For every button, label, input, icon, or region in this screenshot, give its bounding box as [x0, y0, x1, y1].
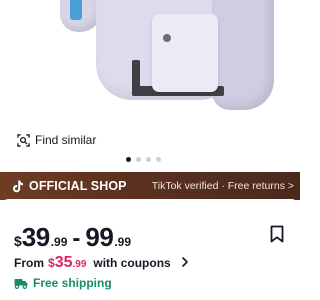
- find-similar-button[interactable]: Find similar: [17, 131, 96, 149]
- coupon-currency: $: [48, 256, 55, 270]
- coupon-offer[interactable]: From $35.99 with coupons: [14, 254, 189, 272]
- price-separator: -: [72, 225, 81, 252]
- console-accent: [70, 0, 82, 20]
- carousel-dot-3[interactable]: [146, 157, 151, 162]
- coupon-cents: .99: [72, 259, 87, 270]
- battery-pack: [152, 14, 218, 92]
- battery-pack-indicator: [163, 34, 171, 42]
- price-low-whole: 39: [21, 222, 50, 252]
- product-image[interactable]: [0, 0, 300, 124]
- carousel-dot-1[interactable]: [126, 157, 131, 162]
- free-shipping-label: Free shipping: [33, 276, 112, 290]
- coupon-whole: 35: [54, 254, 73, 271]
- price-low-cents: .99: [50, 235, 68, 249]
- carousel-indicator: [126, 157, 161, 162]
- truck-icon: [14, 278, 28, 289]
- verified-returns-text: TikTok verified · Free returns >: [151, 180, 294, 192]
- carousel-dot-2[interactable]: [136, 157, 141, 162]
- image-search-icon: [17, 133, 30, 147]
- price-high-whole: 99: [85, 222, 114, 252]
- tiktok-logo: [13, 180, 23, 192]
- chevron-right-icon: [181, 257, 188, 267]
- price-low-currency: $: [14, 233, 22, 249]
- bookmark-icon[interactable]: [269, 225, 285, 243]
- price-high-cents: .99: [114, 235, 132, 249]
- official-shop-badge: OFFICIAL SHOP: [12, 179, 127, 193]
- free-shipping-badge: Free shipping: [14, 276, 112, 290]
- carousel-dot-4[interactable]: [156, 157, 161, 162]
- coupon-suffix: with coupons: [93, 256, 171, 270]
- official-shop-banner[interactable]: OFFICIAL SHOP TikTok verified · Free ret…: [0, 172, 300, 200]
- coupon-prefix: From: [14, 256, 44, 270]
- find-similar-label: Find similar: [35, 133, 97, 147]
- coupon-price: $35.99: [48, 254, 86, 272]
- price-range: $ 39 .99 - 99 .99: [14, 222, 131, 253]
- official-shop-label: OFFICIAL SHOP: [29, 179, 127, 193]
